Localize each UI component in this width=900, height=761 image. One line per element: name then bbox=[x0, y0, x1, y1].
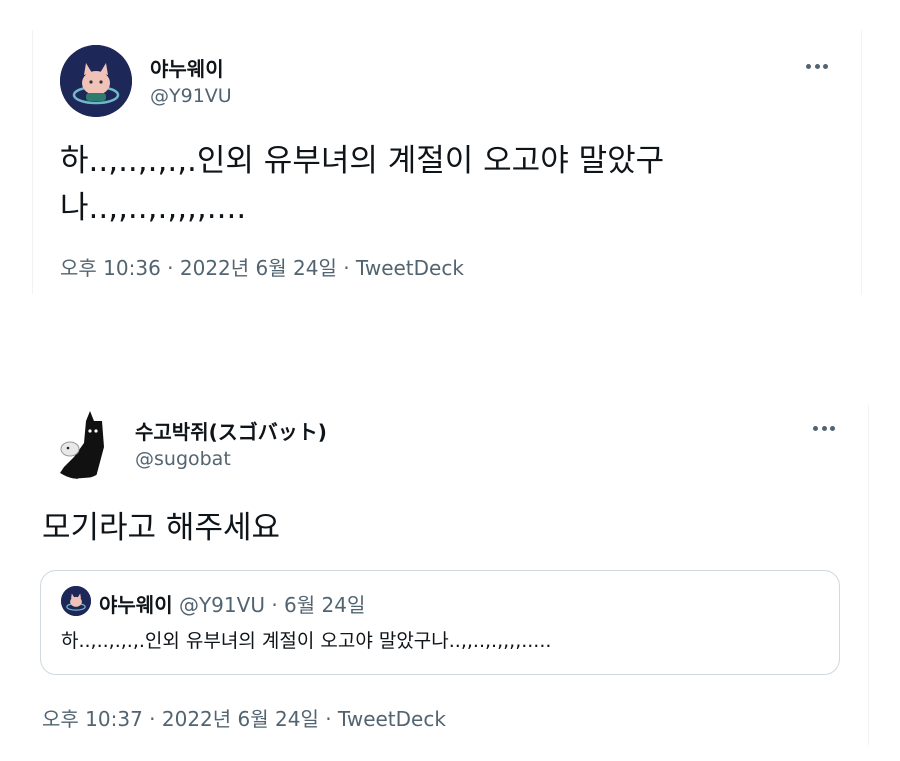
cat-avatar-icon bbox=[60, 45, 132, 117]
tweet-card-1[interactable]: 야누웨이 @Y91VU 하..,..,.,.,.인외 유부녀의 계절이 오고야 … bbox=[32, 30, 862, 294]
quoted-header: 야누웨이 @Y91VU · 6월 24일 bbox=[99, 589, 365, 618]
quoted-handle: @Y91VU bbox=[178, 593, 265, 617]
tweet-card-2[interactable]: 수고박쥐(スゴバット) @sugobat 모기라고 해주세요 야누웨이 @Y91… bbox=[25, 405, 869, 745]
cat-avatar-icon bbox=[61, 586, 91, 616]
tweet-text: 하..,..,.,.,.인외 유부녀의 계절이 오고야 말았구 나..,,..,… bbox=[60, 143, 665, 226]
quoted-text: 하..,..,.,.,.인외 유부녀의 계절이 오고야 말았구나..,,..,.… bbox=[61, 630, 552, 652]
avatar[interactable] bbox=[60, 45, 132, 117]
quoted-display-name: 야누웨이 bbox=[99, 593, 173, 617]
bat-avatar-icon bbox=[44, 407, 116, 479]
tweet-timestamp[interactable]: 오후 10:36 · 2022년 6월 24일 · TweetDeck bbox=[60, 252, 464, 281]
more-horizontal-icon[interactable] bbox=[813, 418, 835, 438]
avatar[interactable] bbox=[44, 407, 116, 479]
quoted-tweet[interactable]: 야누웨이 @Y91VU · 6월 24일 하..,..,.,.,.인외 유부녀의… bbox=[40, 570, 840, 675]
quoted-separator: · bbox=[271, 593, 278, 617]
quoted-date: 6월 24일 bbox=[284, 593, 366, 617]
tweet-timestamp[interactable]: 오후 10:37 · 2022년 6월 24일 · TweetDeck bbox=[42, 703, 446, 732]
display-name[interactable]: 수고박쥐(スゴバット) bbox=[135, 416, 327, 445]
user-handle[interactable]: @Y91VU bbox=[150, 85, 232, 107]
more-horizontal-icon[interactable] bbox=[806, 56, 828, 76]
user-handle[interactable]: @sugobat bbox=[135, 448, 231, 470]
display-name[interactable]: 야누웨이 bbox=[150, 53, 224, 82]
tweet-text: 모기라고 해주세요 bbox=[42, 510, 281, 546]
quoted-avatar bbox=[61, 586, 91, 616]
